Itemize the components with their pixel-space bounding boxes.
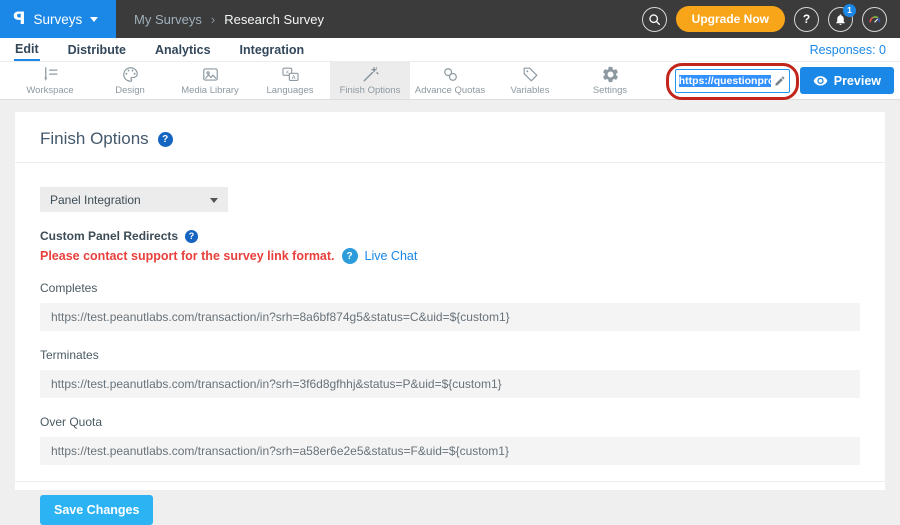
gear-icon xyxy=(601,65,620,84)
completes-url-field[interactable]: https://test.peanutlabs.com/transaction/… xyxy=(40,303,860,331)
terminates-url-field[interactable]: https://test.peanutlabs.com/transaction/… xyxy=(40,370,860,398)
notifications-button[interactable]: 1 xyxy=(828,7,853,32)
toolbar-item-languages[interactable]: x A Languages xyxy=(250,62,330,99)
toolbar-item-variables[interactable]: Variables xyxy=(490,62,570,99)
questionpro-logo: P xyxy=(13,9,25,29)
breadcrumb: My Surveys › Research Survey xyxy=(134,12,324,27)
preview-button[interactable]: Preview xyxy=(800,67,894,94)
avatar-gauge-icon xyxy=(866,11,883,28)
custom-panel-redirects-help-icon[interactable]: ? xyxy=(185,230,198,243)
dropdown-selected-value: Panel Integration xyxy=(50,193,141,207)
translate-icon: x A xyxy=(281,65,300,84)
save-changes-button[interactable]: Save Changes xyxy=(40,495,153,525)
palette-icon xyxy=(121,65,140,84)
chevron-down-icon xyxy=(210,198,218,203)
upgrade-now-button[interactable]: Upgrade Now xyxy=(676,6,785,32)
support-note-row: Please contact support for the survey li… xyxy=(40,248,860,264)
account-menu-button[interactable] xyxy=(862,7,887,32)
help-button[interactable]: ? xyxy=(794,7,819,32)
toolbar-item-advance-quotas[interactable]: Advance Quotas xyxy=(410,62,490,99)
toolbar-item-finish-options[interactable]: Finish Options xyxy=(330,62,410,99)
edit-pencil-icon[interactable] xyxy=(774,75,786,87)
section-label: Custom Panel Redirects xyxy=(40,229,178,243)
live-chat-link[interactable]: Live Chat xyxy=(365,249,418,263)
search-button[interactable] xyxy=(642,7,667,32)
search-icon xyxy=(648,13,661,26)
magic-wand-icon xyxy=(361,65,380,84)
survey-url-input[interactable]: https://questionpro.com/t/A xyxy=(675,69,790,93)
survey-nav-tabs: Edit Distribute Analytics Integration Re… xyxy=(0,38,900,62)
tab-integration[interactable]: Integration xyxy=(239,40,306,60)
card-header: Finish Options ? xyxy=(15,112,885,163)
support-note-text: Please contact support for the survey li… xyxy=(40,249,335,263)
page-title: Finish Options xyxy=(40,129,149,149)
finish-option-type-dropdown[interactable]: Panel Integration xyxy=(40,187,228,212)
terminates-label: Terminates xyxy=(40,348,860,362)
custom-panel-redirects-row: Custom Panel Redirects ? xyxy=(40,229,860,243)
toolbar-item-media-library[interactable]: Media Library xyxy=(170,62,250,99)
survey-url-annotated: https://questionpro.com/t/A xyxy=(675,69,790,93)
product-label: Surveys xyxy=(33,12,82,27)
responses-count[interactable]: Responses: 0 xyxy=(810,43,886,57)
card-footer: Save Changes xyxy=(15,481,885,525)
breadcrumb-separator: › xyxy=(211,12,215,27)
toolbar-item-workspace[interactable]: Workspace xyxy=(10,62,90,99)
toolbar-right: https://questionpro.com/t/A Preview xyxy=(675,62,900,99)
toolbar-item-settings[interactable]: Settings xyxy=(570,62,650,99)
edit-toolbar: Workspace Design Media Library x A Langu… xyxy=(0,62,900,100)
over-quota-url-field[interactable]: https://test.peanutlabs.com/transaction/… xyxy=(40,437,860,465)
completes-label: Completes xyxy=(40,281,860,295)
over-quota-label: Over Quota xyxy=(40,415,860,429)
tab-distribute[interactable]: Distribute xyxy=(67,40,127,60)
image-icon xyxy=(201,65,220,84)
question-mark-icon: ? xyxy=(803,12,810,26)
header-actions: Upgrade Now ? 1 xyxy=(642,6,900,32)
tab-edit[interactable]: Edit xyxy=(14,39,40,61)
surveys-product-menu[interactable]: P Surveys xyxy=(0,0,116,38)
preview-label: Preview xyxy=(834,74,881,88)
svg-text:A: A xyxy=(291,75,295,81)
top-header: P Surveys My Surveys › Research Survey U… xyxy=(0,0,900,38)
breadcrumb-my-surveys[interactable]: My Surveys xyxy=(134,12,202,27)
finish-options-help-icon[interactable]: ? xyxy=(158,132,173,147)
survey-url-value: https://questionpro.com/t/A xyxy=(679,75,771,87)
breadcrumb-current-survey: Research Survey xyxy=(224,12,324,27)
tag-icon xyxy=(521,65,540,84)
toolbar-item-design[interactable]: Design xyxy=(90,62,170,99)
chevron-down-icon xyxy=(90,17,98,22)
eye-icon xyxy=(813,73,828,88)
workspace-icon xyxy=(41,65,60,84)
notification-badge: 1 xyxy=(843,4,856,17)
live-chat-help-icon[interactable]: ? xyxy=(342,248,358,264)
card-body: Panel Integration Custom Panel Redirects… xyxy=(15,163,885,465)
finish-options-card: Finish Options ? Panel Integration Custo… xyxy=(15,112,885,490)
tab-analytics[interactable]: Analytics xyxy=(154,40,212,60)
chain-links-icon xyxy=(441,65,460,84)
